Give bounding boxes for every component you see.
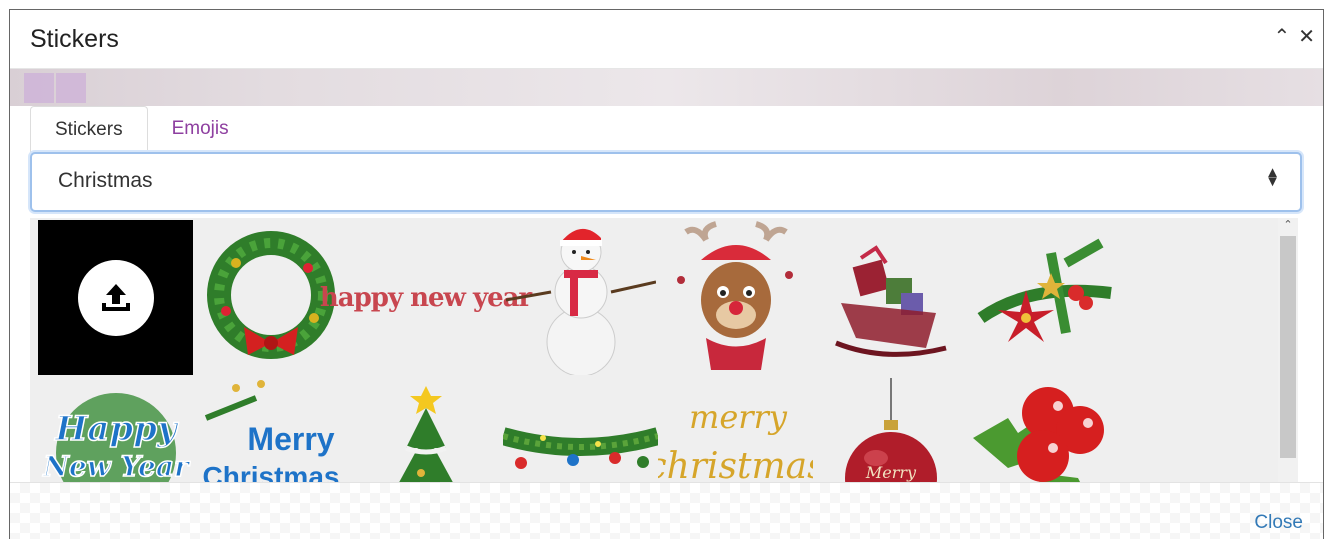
sticker-poinsettia[interactable] xyxy=(968,220,1123,375)
select-arrows-icon: ▲ ▼ xyxy=(1265,164,1280,190)
double-chevron-up-icon[interactable]: ⌃ xyxy=(1273,24,1290,49)
sticker-merry-christmas-gold[interactable]: merry christmas xyxy=(658,375,813,483)
modal-footer: Close xyxy=(10,482,1323,539)
sticker-grid: happy new year Happy New Year Merry Chri… xyxy=(38,220,1123,482)
sticker-snowman[interactable] xyxy=(503,220,658,375)
gallery-scrollbar[interactable]: ⌃ xyxy=(1278,218,1298,482)
svg-text:Christmas: Christmas xyxy=(202,461,339,483)
tab-emojis[interactable]: Emojis xyxy=(148,106,253,154)
background-banner xyxy=(10,69,1323,106)
stickers-modal: Stickers ⌃ ✕ Stickers Emojis Christmas ▲… xyxy=(9,9,1324,539)
sticker-gallery: happy new year Happy New Year Merry Chri… xyxy=(30,218,1298,482)
sticker-happy-new-year-badge[interactable]: Happy New Year xyxy=(38,375,193,482)
svg-text:Merry: Merry xyxy=(247,421,334,457)
sticker-sleigh[interactable] xyxy=(813,220,968,375)
svg-text:Merry: Merry xyxy=(864,463,916,482)
category-select[interactable]: Christmas ▲ ▼ xyxy=(30,152,1302,212)
sticker-merry-christmas-text[interactable]: Merry Christmas xyxy=(193,375,348,482)
sticker-reindeer[interactable] xyxy=(658,220,813,375)
modal-body: Stickers Emojis Christmas ▲ ▼ happy new … xyxy=(10,106,1323,486)
sticker-holly-berries[interactable] xyxy=(968,375,1123,482)
sticker-garland[interactable] xyxy=(503,375,658,482)
modal-header: Stickers ⌃ ✕ xyxy=(10,10,1323,69)
tab-stickers[interactable]: Stickers xyxy=(30,106,148,155)
tab-bar: Stickers Emojis xyxy=(30,106,253,155)
category-select-value: Christmas xyxy=(58,169,153,192)
upload-sticker-button[interactable] xyxy=(38,220,193,375)
modal-title: Stickers xyxy=(30,25,119,53)
banner-shape xyxy=(56,73,86,103)
sticker-ornament-ball[interactable]: Merry xyxy=(813,375,968,482)
scroll-up-icon[interactable]: ⌃ xyxy=(1278,218,1298,234)
svg-text:christmas: christmas xyxy=(658,446,813,483)
close-button[interactable]: Close xyxy=(1254,512,1303,534)
header-buttons: ⌃ ✕ xyxy=(1273,24,1315,49)
sticker-happy-new-year-text[interactable]: happy new year xyxy=(320,220,532,375)
upload-icon xyxy=(77,259,154,336)
svg-text:merry: merry xyxy=(689,398,788,436)
svg-text:Happy: Happy xyxy=(54,409,179,449)
sticker-christmas-tree[interactable] xyxy=(348,375,503,482)
close-icon[interactable]: ✕ xyxy=(1298,24,1315,49)
svg-text:New Year: New Year xyxy=(42,450,191,483)
scrollbar-thumb[interactable] xyxy=(1280,236,1296,458)
banner-shape xyxy=(24,73,54,103)
